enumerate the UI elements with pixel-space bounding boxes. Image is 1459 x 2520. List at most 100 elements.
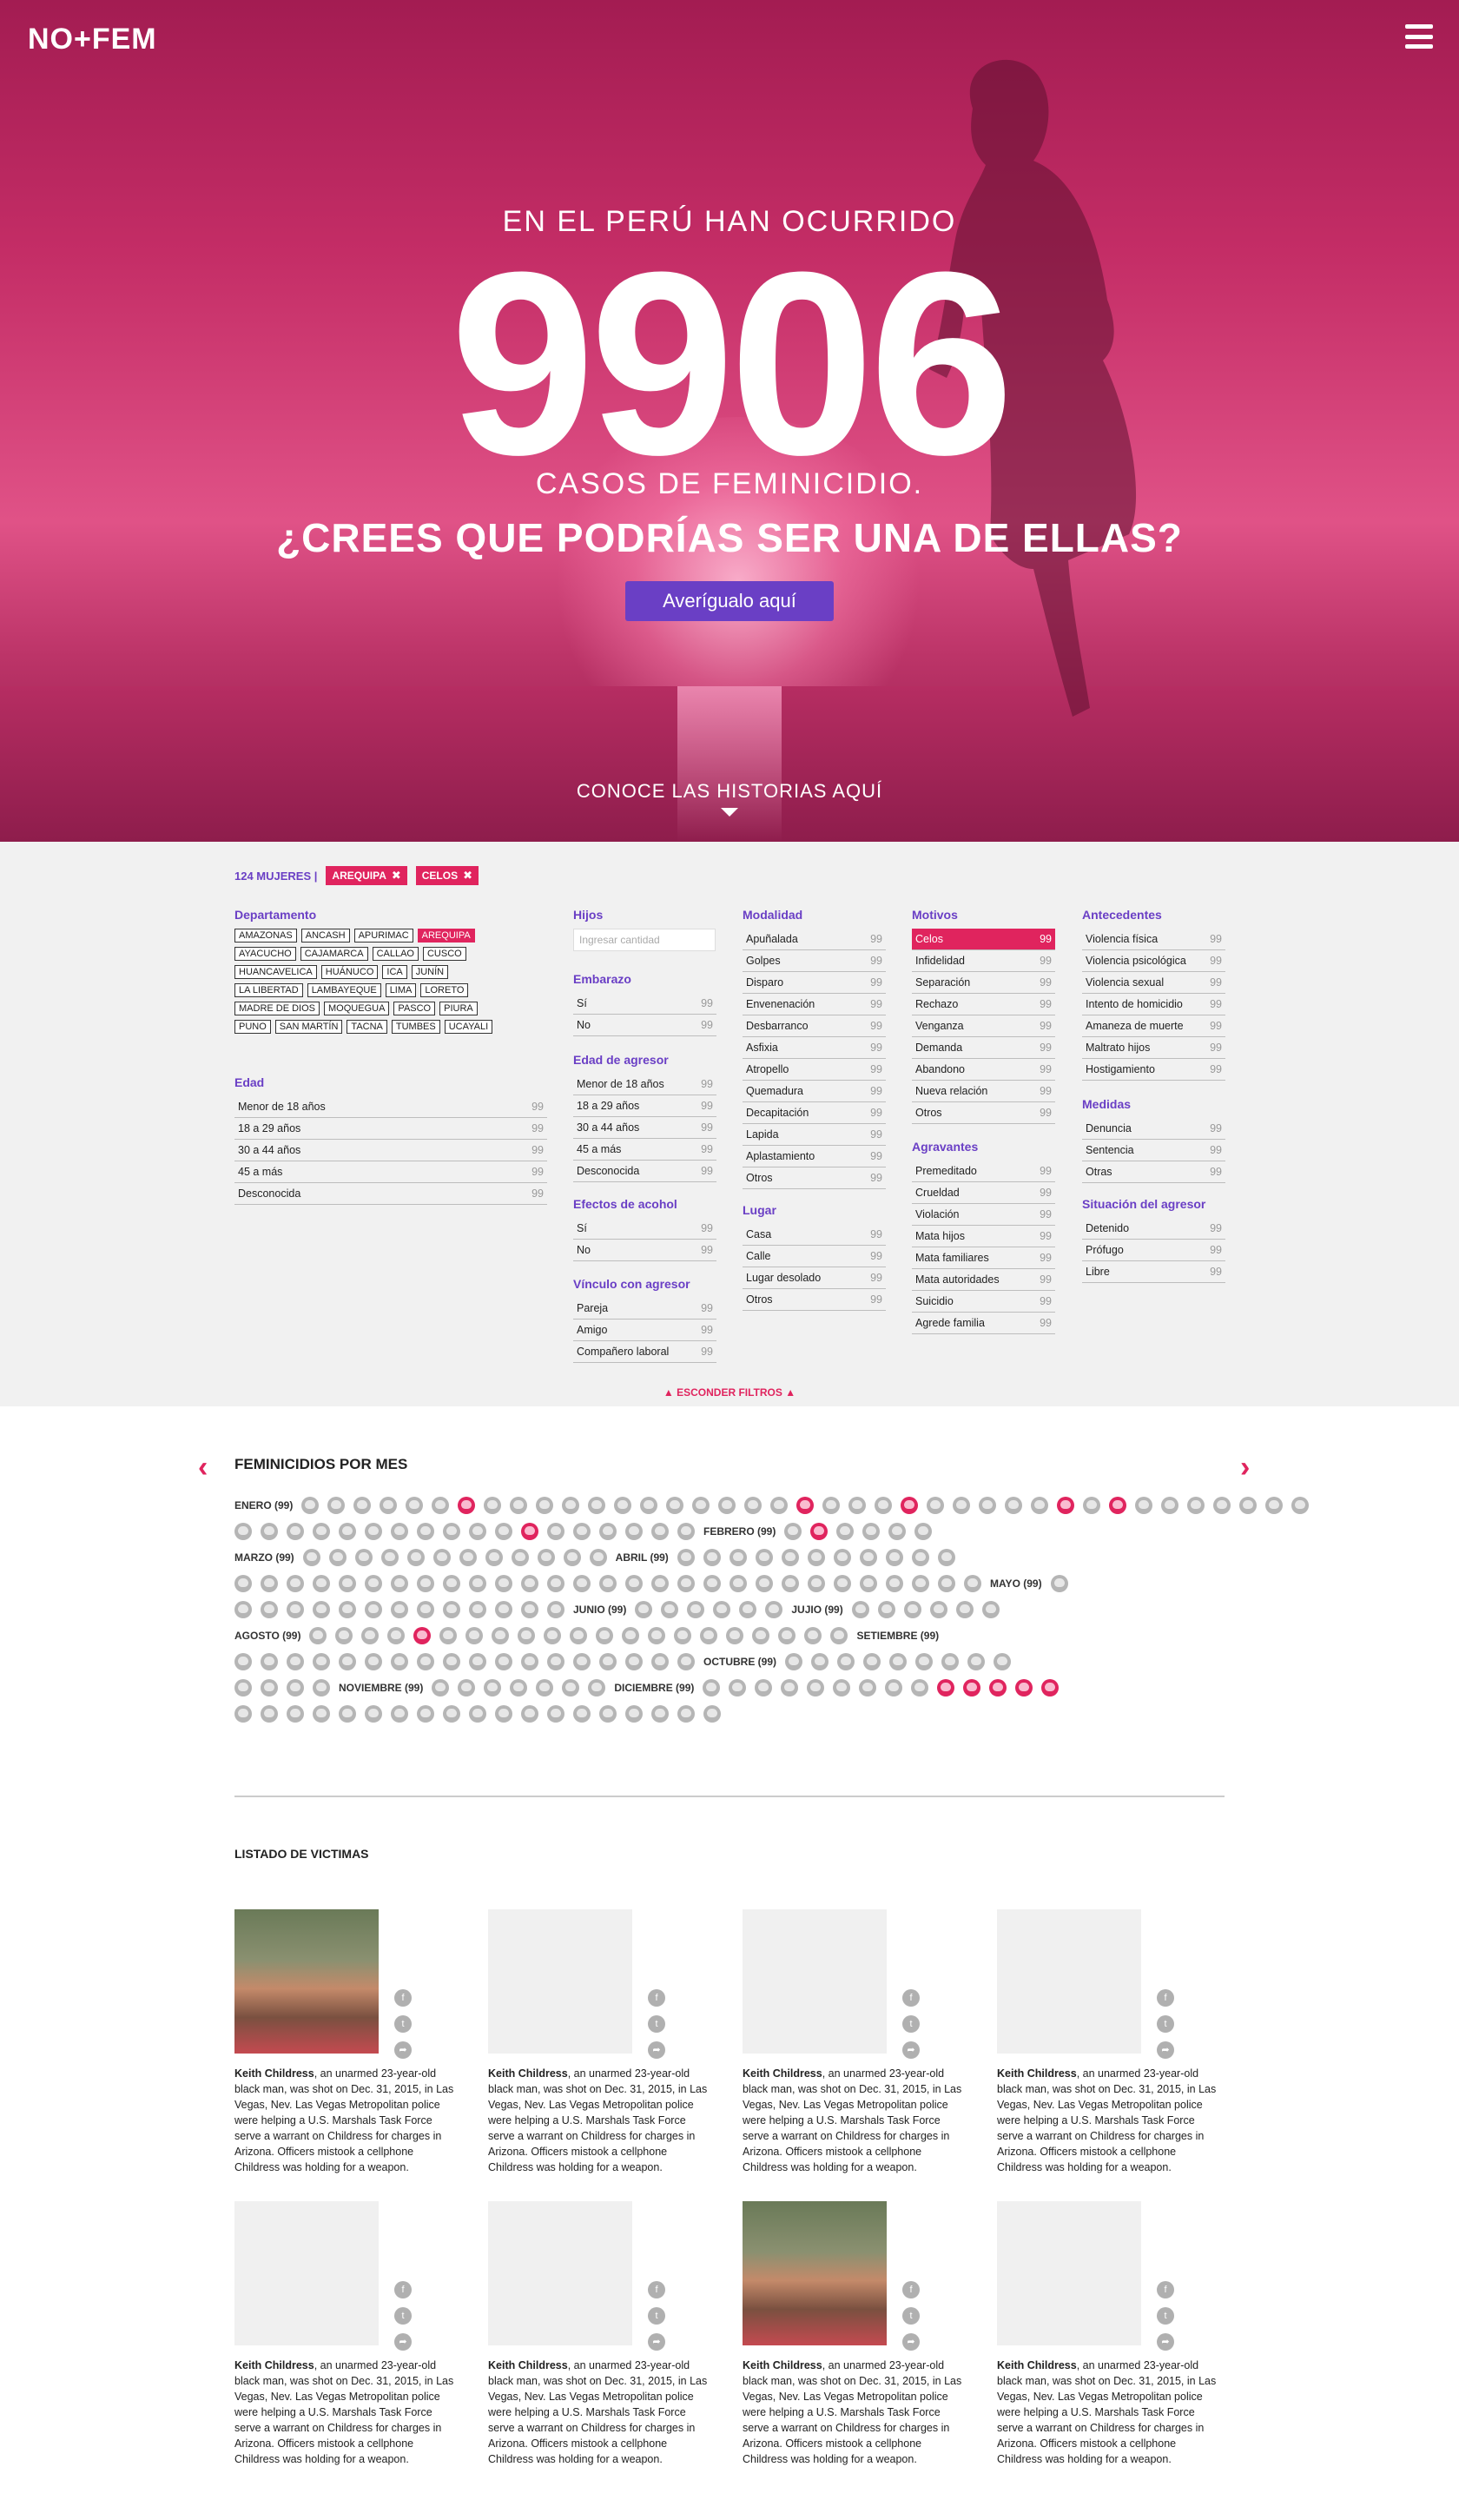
departamento-chip[interactable]: AMAZONAS — [234, 929, 297, 943]
victim-face-icon[interactable] — [547, 1705, 564, 1723]
victim-face-icon[interactable] — [309, 1627, 327, 1644]
facebook-icon[interactable]: f — [648, 2281, 665, 2298]
victim-face-icon[interactable] — [651, 1523, 669, 1540]
victim-face-icon[interactable] — [651, 1705, 669, 1723]
victim-face-icon[interactable] — [313, 1679, 330, 1697]
victim-face-icon[interactable] — [391, 1705, 408, 1723]
victim-face-icon[interactable] — [770, 1497, 789, 1514]
victim-face-icon[interactable] — [443, 1705, 460, 1723]
filter-option[interactable]: 45 a más 99 — [234, 1161, 547, 1183]
victim-face-icon[interactable] — [625, 1575, 643, 1592]
victim-face-icon[interactable] — [911, 1549, 929, 1566]
victim-face-icon[interactable] — [380, 1497, 398, 1514]
victim-face-icon[interactable] — [614, 1497, 632, 1514]
victim-face-icon[interactable] — [469, 1523, 486, 1540]
victim-card[interactable]: f t ➦ Keith Childress, an unarmed 23-year-o… — [997, 1909, 1223, 2175]
departamento-chip[interactable]: AREQUIPA — [417, 929, 475, 943]
victim-face-icon[interactable] — [536, 1497, 554, 1514]
departamento-chip[interactable]: UCAYALI — [444, 1020, 493, 1034]
filter-option[interactable]: Libre 99 — [1082, 1261, 1225, 1283]
share-icon[interactable]: ➦ — [648, 2333, 665, 2351]
victim-face-icon[interactable] — [625, 1653, 643, 1670]
share-icon[interactable]: ➦ — [1157, 2333, 1174, 2351]
victim-photo[interactable] — [997, 1909, 1141, 2054]
victim-face-icon[interactable] — [903, 1601, 921, 1618]
filter-option[interactable]: Desbarranco 99 — [743, 1015, 886, 1037]
victim-face-icon[interactable] — [807, 1679, 825, 1697]
victim-photo[interactable] — [997, 2201, 1141, 2345]
victim-face-icon[interactable] — [833, 1549, 851, 1566]
victim-face-icon-highlight[interactable] — [989, 1679, 1007, 1697]
victim-face-icon[interactable] — [1213, 1497, 1231, 1514]
victim-face-icon[interactable] — [755, 1549, 773, 1566]
filter-option[interactable]: Mata familiares 99 — [912, 1247, 1055, 1269]
victim-face-icon[interactable] — [941, 1653, 960, 1670]
victim-face-icon[interactable] — [784, 1523, 802, 1540]
victim-face-icon[interactable] — [495, 1705, 512, 1723]
victim-face-icon[interactable] — [953, 1497, 971, 1514]
victim-face-icon[interactable] — [521, 1575, 538, 1592]
victim-face-icon[interactable] — [937, 1549, 955, 1566]
victim-face-icon[interactable] — [261, 1653, 278, 1670]
departamento-chip[interactable]: HUÁNUCO — [320, 965, 379, 979]
victim-photo[interactable] — [743, 2201, 887, 2345]
victim-face-icon[interactable] — [313, 1523, 330, 1540]
filter-option[interactable]: Otros 99 — [743, 1289, 886, 1311]
victim-face-icon[interactable] — [744, 1497, 763, 1514]
victim-face-icon[interactable] — [443, 1653, 460, 1670]
filter-option[interactable]: Hostigamiento 99 — [1082, 1059, 1225, 1081]
victim-face-icon[interactable] — [521, 1653, 538, 1670]
victim-face-icon[interactable] — [573, 1705, 591, 1723]
victim-face-icon[interactable] — [625, 1705, 643, 1723]
victim-face-icon[interactable] — [547, 1523, 564, 1540]
filter-option[interactable]: Otros 99 — [743, 1167, 886, 1189]
facebook-icon[interactable]: f — [394, 2281, 412, 2298]
victim-face-icon-highlight[interactable] — [937, 1679, 955, 1697]
victim-face-icon[interactable] — [666, 1497, 684, 1514]
departamento-chip[interactable]: HUANCAVELICA — [234, 965, 317, 979]
victim-face-icon[interactable] — [495, 1653, 512, 1670]
victim-face-icon[interactable] — [911, 1679, 929, 1697]
victim-face-icon[interactable] — [287, 1679, 304, 1697]
close-icon[interactable]: ✖ — [392, 869, 401, 883]
victim-face-icon[interactable] — [781, 1549, 799, 1566]
victim-photo[interactable] — [488, 2201, 632, 2345]
victim-face-icon[interactable] — [1265, 1497, 1284, 1514]
cta-button[interactable]: Averígualo aquí — [625, 581, 834, 621]
filter-option[interactable]: Otras 99 — [1082, 1161, 1225, 1183]
victim-face-icon[interactable] — [927, 1497, 945, 1514]
victim-face-icon[interactable] — [365, 1575, 382, 1592]
victim-face-icon[interactable] — [1005, 1497, 1023, 1514]
departamento-chip[interactable]: CALLAO — [372, 947, 419, 961]
victim-face-icon[interactable] — [547, 1575, 564, 1592]
victim-face-icon[interactable] — [677, 1653, 695, 1670]
filter-option[interactable]: Suicidio 99 — [912, 1291, 1055, 1313]
victim-face-icon[interactable] — [510, 1497, 528, 1514]
victim-face-icon-highlight[interactable] — [1057, 1497, 1075, 1514]
twitter-icon[interactable]: t — [902, 2307, 920, 2325]
victim-face-icon[interactable] — [726, 1627, 744, 1644]
victim-face-icon[interactable] — [511, 1549, 529, 1566]
victim-face-icon[interactable] — [339, 1523, 356, 1540]
victim-face-icon[interactable] — [955, 1601, 974, 1618]
victim-face-icon[interactable] — [391, 1653, 408, 1670]
victim-face-icon[interactable] — [417, 1601, 434, 1618]
twitter-icon[interactable]: t — [648, 2307, 665, 2325]
filter-option[interactable]: Otros 99 — [912, 1102, 1055, 1124]
filter-option[interactable]: Maltrato hijos 99 — [1082, 1037, 1225, 1059]
victim-face-icon[interactable] — [635, 1601, 653, 1618]
filter-option[interactable]: Casa 99 — [743, 1224, 886, 1246]
victim-face-icon[interactable] — [713, 1601, 731, 1618]
victim-face-icon[interactable] — [365, 1653, 382, 1670]
victim-face-icon[interactable] — [544, 1627, 562, 1644]
victim-face-icon[interactable] — [573, 1575, 591, 1592]
facebook-icon[interactable]: f — [1157, 1989, 1174, 2007]
victim-face-icon[interactable] — [339, 1653, 356, 1670]
filter-option[interactable]: Agrede familia 99 — [912, 1313, 1055, 1334]
victim-photo[interactable] — [488, 1909, 632, 2054]
tag-celos[interactable]: CELOS ✖ — [415, 866, 479, 885]
victim-photo[interactable] — [234, 2201, 379, 2345]
filter-option[interactable]: Premeditado 99 — [912, 1161, 1055, 1182]
victim-face-icon[interactable] — [547, 1653, 564, 1670]
victim-face-icon-highlight[interactable] — [1041, 1679, 1060, 1697]
